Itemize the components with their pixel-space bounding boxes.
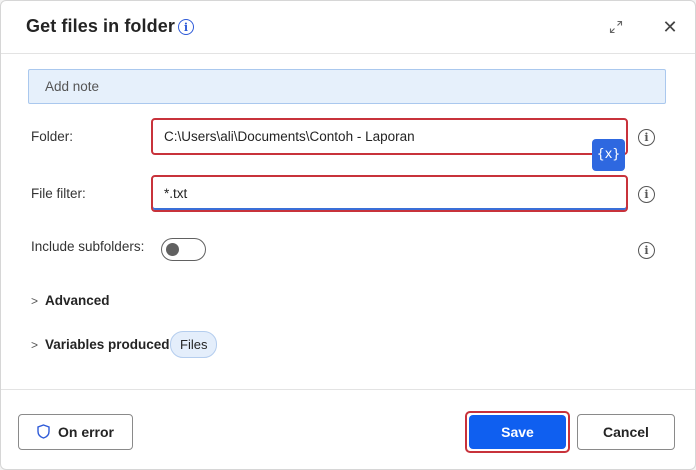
folder-input[interactable]: C:\Users\ali\Documents\Contoh - Laporan bbox=[151, 118, 628, 155]
dialog-title: Get files in folder bbox=[26, 16, 175, 36]
footer-divider bbox=[1, 389, 695, 390]
select-variable-button[interactable]: {x} bbox=[592, 139, 625, 171]
shield-icon bbox=[37, 424, 50, 440]
file-filter-input[interactable]: *.txt bbox=[151, 175, 628, 212]
dialog-header: Get files in folder i ✕ bbox=[1, 1, 695, 53]
on-error-button[interactable]: On error bbox=[18, 414, 133, 450]
header-divider bbox=[1, 53, 695, 54]
advanced-expander[interactable]: > Advanced bbox=[31, 293, 110, 308]
on-error-label: On error bbox=[57, 424, 114, 440]
info-icon[interactable]: i bbox=[178, 19, 194, 35]
include-subfolders-info-icon[interactable]: i bbox=[638, 242, 655, 259]
include-subfolders-label: Include subfolders: bbox=[31, 239, 145, 254]
advanced-label: Advanced bbox=[45, 293, 110, 308]
folder-label: Folder: bbox=[31, 129, 74, 144]
file-filter-label: File filter: bbox=[31, 186, 86, 201]
file-filter-info-icon[interactable]: i bbox=[638, 186, 655, 203]
add-note-field[interactable]: Add note bbox=[28, 69, 666, 104]
close-icon[interactable]: ✕ bbox=[661, 18, 679, 36]
files-variable-chip[interactable]: Files bbox=[170, 331, 218, 358]
toggle-knob bbox=[166, 243, 179, 256]
variables-produced-expander[interactable]: > Variables produced bbox=[31, 337, 170, 352]
save-button[interactable]: Save bbox=[469, 415, 566, 449]
variables-produced-label: Variables produced bbox=[45, 337, 170, 352]
chevron-right-icon: > bbox=[31, 294, 39, 308]
expand-icon[interactable] bbox=[609, 20, 623, 34]
folder-info-icon[interactable]: i bbox=[638, 129, 655, 146]
chevron-right-icon: > bbox=[31, 338, 39, 352]
include-subfolders-toggle[interactable] bbox=[161, 238, 206, 261]
cancel-button[interactable]: Cancel bbox=[577, 414, 675, 450]
get-files-dialog: Get files in folder i ✕ Add note Folder:… bbox=[0, 0, 696, 470]
